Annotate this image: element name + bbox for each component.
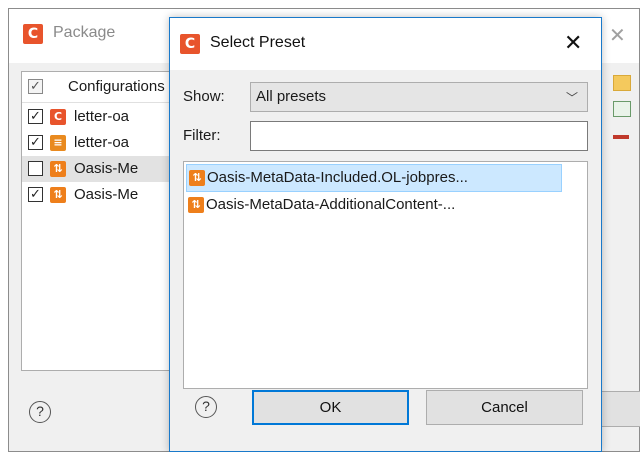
package-title: Package bbox=[53, 24, 116, 41]
settings-icon: ⇅ bbox=[50, 187, 66, 203]
show-dropdown-value: All presets bbox=[256, 88, 327, 105]
package-help-icon[interactable]: ? bbox=[29, 401, 51, 423]
database-icon: ≡ bbox=[50, 135, 66, 151]
c-icon: C bbox=[50, 109, 66, 125]
app-logo-icon: C bbox=[23, 24, 43, 44]
settings-icon: ⇅ bbox=[50, 161, 66, 177]
preset-item[interactable]: ⇅ Oasis-MetaData-AdditionalContent-... bbox=[186, 192, 562, 220]
chevron-down-icon: ﹀ bbox=[565, 91, 578, 105]
package-button[interactable] bbox=[601, 391, 640, 427]
show-dropdown[interactable]: All presets ﹀ bbox=[250, 82, 588, 112]
select-preset-dialog: C Select Preset ✕ Show: All presets ﹀ Fi… bbox=[169, 17, 602, 452]
checklist-icon[interactable] bbox=[613, 101, 631, 117]
configuration-label: Oasis-Me bbox=[74, 186, 139, 203]
show-label: Show: bbox=[183, 88, 225, 105]
dialog-help-icon[interactable]: ? bbox=[195, 396, 217, 418]
filter-input[interactable] bbox=[250, 121, 588, 151]
filter-label: Filter: bbox=[183, 127, 221, 144]
cancel-button[interactable]: Cancel bbox=[426, 390, 583, 425]
row-checkbox[interactable]: ✓ bbox=[28, 135, 43, 150]
preset-label: Oasis-MetaData-AdditionalContent-... bbox=[206, 196, 456, 213]
settings-icon: ⇅ bbox=[189, 170, 205, 186]
dialog-title: Select Preset bbox=[210, 34, 306, 51]
configuration-label: letter-oa bbox=[74, 134, 130, 151]
row-checkbox[interactable]: ✓ bbox=[28, 109, 43, 124]
ok-button[interactable]: OK bbox=[252, 390, 409, 425]
package-close-button[interactable]: ✕ bbox=[609, 23, 626, 48]
row-checkbox[interactable]: ✓ bbox=[28, 187, 43, 202]
app-logo-icon: C bbox=[180, 34, 200, 54]
configuration-row[interactable]: ✓ ⇅ Oasis-Me bbox=[22, 182, 180, 208]
configuration-row[interactable]: ✓ C letter-oa bbox=[22, 104, 180, 130]
settings-icon: ⇅ bbox=[188, 197, 204, 213]
configuration-label: Oasis-Me bbox=[74, 160, 139, 177]
configuration-list: ✓ Configurations ✓ C letter-oa ✓ ≡ lette… bbox=[21, 71, 181, 371]
remove-icon[interactable] bbox=[613, 135, 629, 139]
configuration-row[interactable]: ⇅ Oasis-Me bbox=[22, 156, 180, 182]
configurations-column-header[interactable]: Configurations bbox=[68, 78, 165, 95]
configuration-row[interactable]: ✓ ≡ letter-oa bbox=[22, 130, 180, 156]
preset-label: Oasis-MetaData-Included.OL-jobpres... bbox=[207, 169, 468, 186]
preset-list: ⇅ Oasis-MetaData-Included.OL-jobpres... … bbox=[183, 161, 588, 389]
row-checkbox[interactable] bbox=[28, 161, 43, 176]
dialog-close-button[interactable]: ✕ bbox=[564, 30, 582, 56]
select-all-checkbox[interactable]: ✓ bbox=[28, 79, 43, 94]
dialog-titlebar: C Select Preset ✕ bbox=[170, 18, 601, 70]
desktop-left-strip bbox=[0, 10, 8, 452]
configuration-list-header: ✓ Configurations bbox=[22, 72, 180, 103]
preset-item[interactable]: ⇅ Oasis-MetaData-Included.OL-jobpres... bbox=[186, 164, 562, 192]
configuration-label: letter-oa bbox=[74, 108, 130, 125]
folder-icon[interactable] bbox=[613, 75, 631, 91]
